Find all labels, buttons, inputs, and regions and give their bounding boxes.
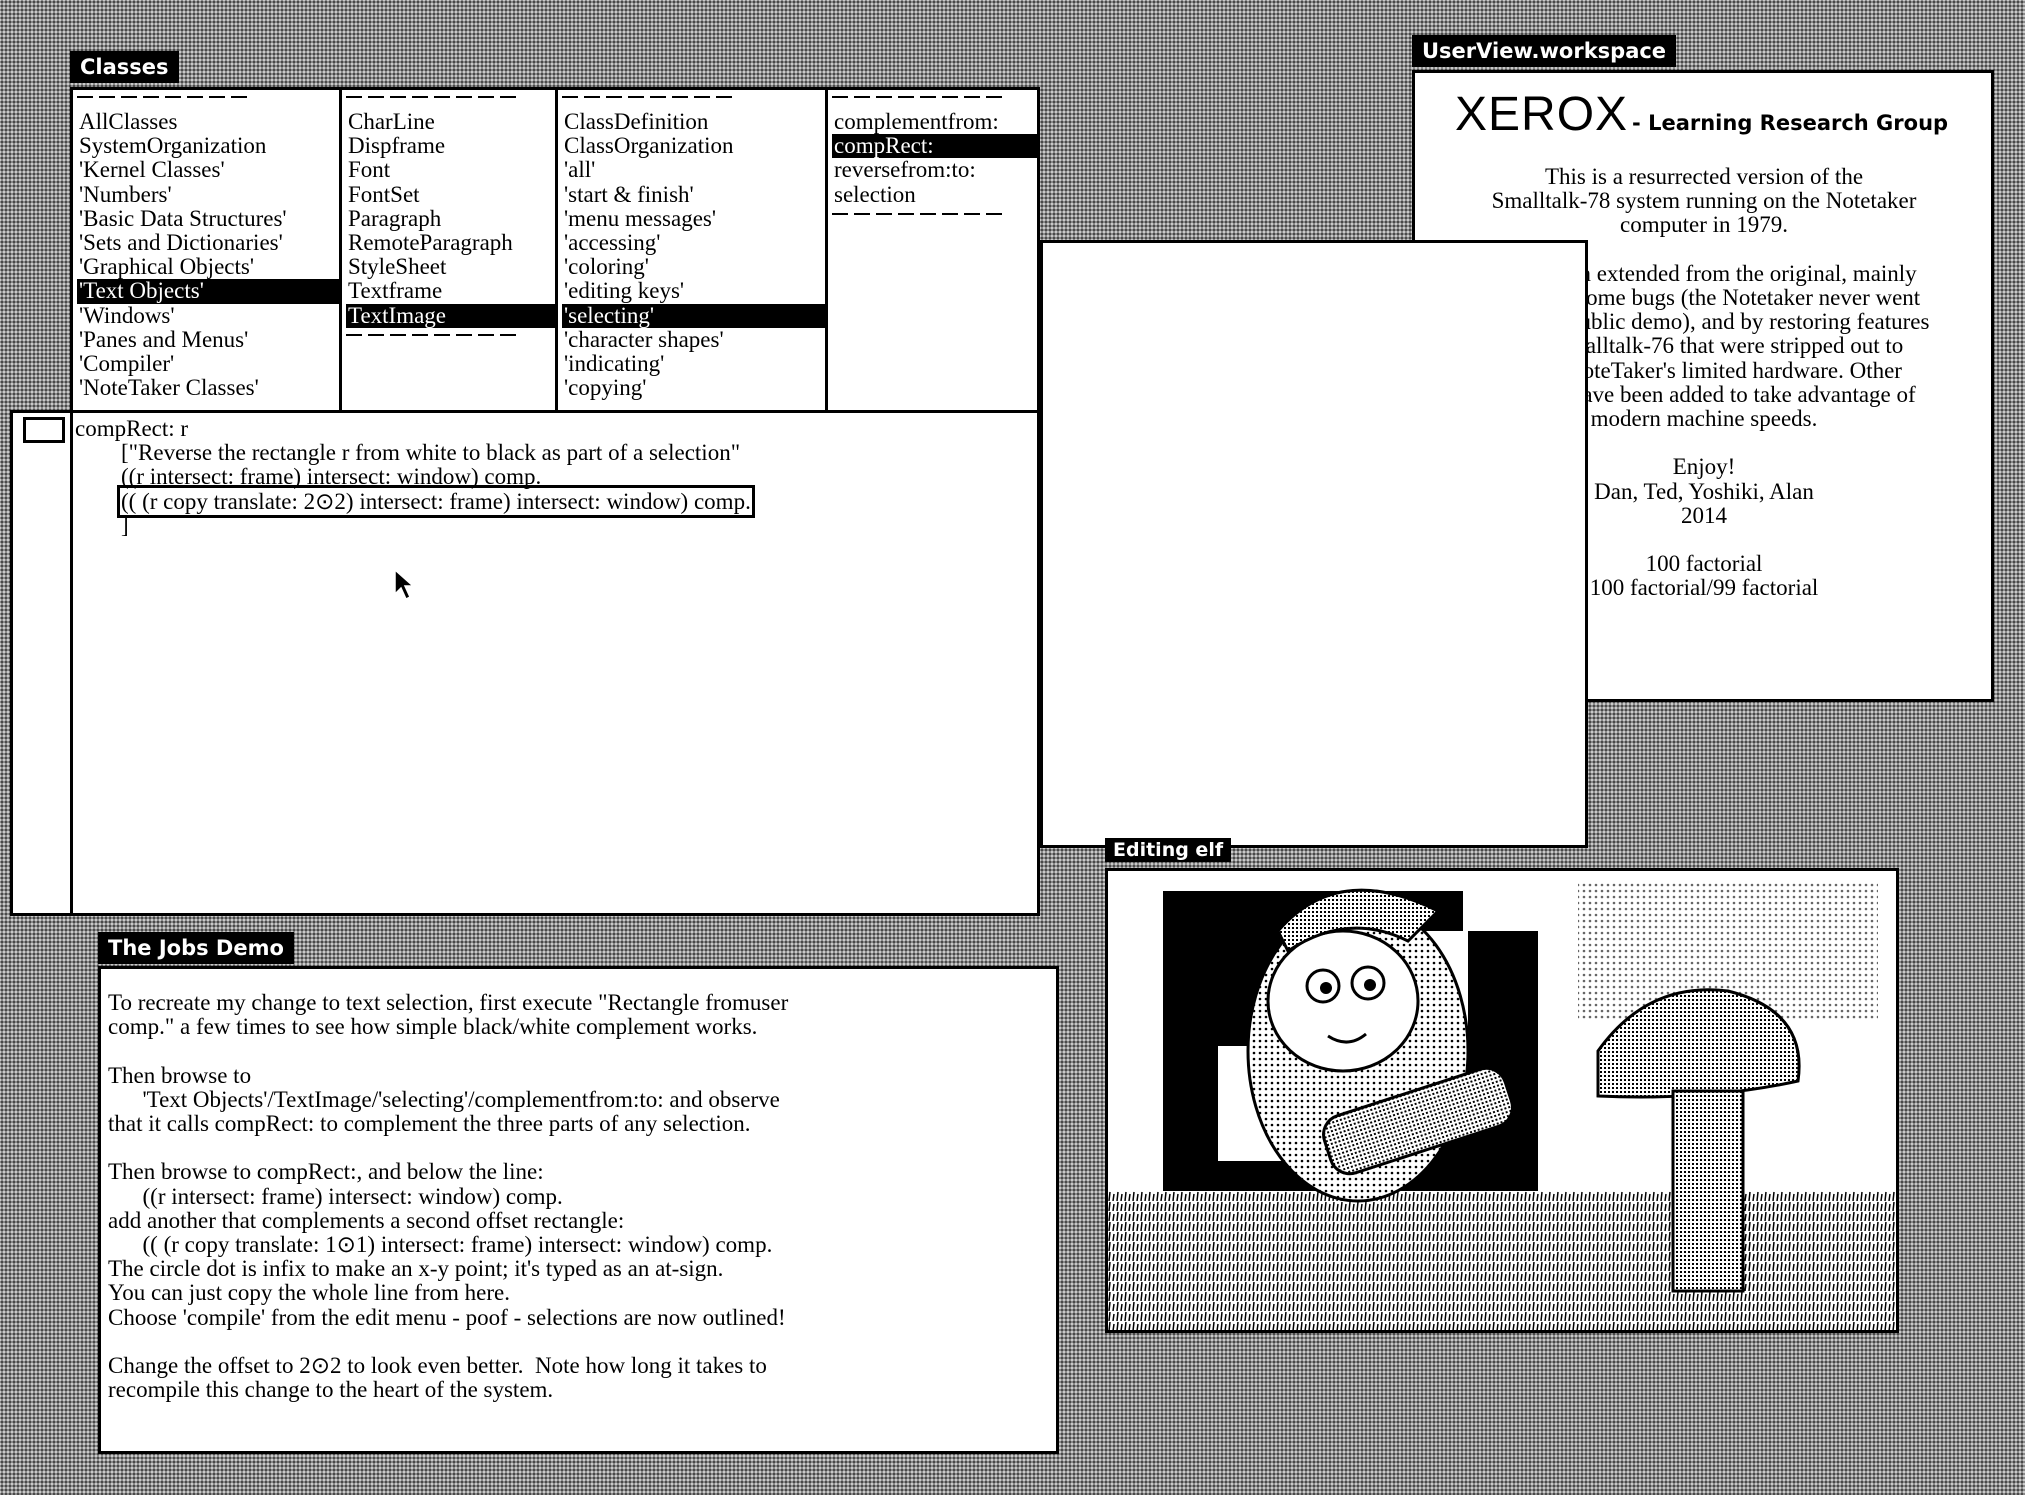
class-item[interactable]: RemoteParagraph <box>346 230 555 255</box>
category-item[interactable]: 'Windows' <box>77 303 339 328</box>
scroll-thumb[interactable] <box>23 417 65 443</box>
protocol-item[interactable]: 'selecting' <box>562 303 825 328</box>
class-item[interactable]: FontSet <box>346 182 555 207</box>
code-line: ((r intersect: frame) intersect: window)… <box>75 464 542 490</box>
message-item[interactable]: complementfrom: <box>832 109 1040 134</box>
category-pane[interactable]: AllClasses SystemOrganization 'Kernel Clas… <box>73 90 342 410</box>
protocol-item[interactable]: ClassDefinition <box>562 109 825 134</box>
category-item[interactable]: 'NoteTaker Classes' <box>77 376 339 400</box>
protocol-item[interactable]: 'accessing' <box>562 230 825 255</box>
code-line: ] <box>75 512 129 538</box>
protocol-item[interactable]: 'character shapes' <box>562 327 825 352</box>
scroll-indicator <box>346 93 516 101</box>
message-pane[interactable]: complementfrom: compRect: reversefrom:to: s… <box>828 90 1040 410</box>
scroll-indicator <box>77 93 247 101</box>
elf-picture[interactable] <box>1108 871 1896 1330</box>
classes-browser-window: AllClasses SystemOrganization 'Kernel Clas… <box>70 87 1040 413</box>
classes-window-title[interactable]: Classes <box>70 51 179 83</box>
class-item[interactable]: Textframe <box>346 279 555 303</box>
category-list[interactable]: AllClasses SystemOrganization 'Kernel Clas… <box>73 104 339 400</box>
protocol-item[interactable]: 'all' <box>562 158 825 182</box>
class-item[interactable]: TextImage <box>346 303 555 328</box>
scroll-indicator <box>832 93 1002 101</box>
category-item[interactable]: 'Text Objects' <box>77 279 339 304</box>
message-item[interactable]: reversefrom:to: <box>832 158 1040 182</box>
jobs-window-title[interactable]: The Jobs Demo <box>98 932 294 964</box>
category-item[interactable]: SystemOrganization <box>77 134 339 158</box>
code-line: ["Reverse the rectangle r from white to … <box>75 440 741 466</box>
category-item[interactable]: 'Graphical Objects' <box>77 255 339 279</box>
class-item[interactable]: Dispframe <box>346 134 555 158</box>
selected-code-line[interactable]: (( (r copy translate: 2⊙2) intersect: fr… <box>117 484 755 518</box>
category-item[interactable]: 'Sets and Dictionaries' <box>77 230 339 255</box>
category-item[interactable]: 'Compiler' <box>77 351 339 376</box>
category-item[interactable]: 'Kernel Classes' <box>77 158 339 182</box>
category-item[interactable]: AllClasses <box>77 109 339 134</box>
workspace-window-title[interactable]: UserView.workspace <box>1412 35 1677 67</box>
picture-window-title[interactable]: Editing elf <box>1105 838 1232 862</box>
class-item[interactable]: StyleSheet <box>346 255 555 279</box>
mouse-cursor-icon <box>394 568 415 601</box>
method-source[interactable]: compRect: r ["Reverse the rectangle r fr… <box>75 416 1029 538</box>
protocol-item[interactable]: 'menu messages' <box>562 206 825 231</box>
protocol-item[interactable]: 'copying' <box>562 376 825 400</box>
protocol-item[interactable]: 'editing keys' <box>562 279 825 303</box>
class-item[interactable]: Font <box>346 158 555 182</box>
protocol-item[interactable]: 'indicating' <box>562 351 825 376</box>
list-end-indicator <box>346 330 516 339</box>
jobs-demo-window[interactable]: To recreate my change to text selection,… <box>98 966 1059 1454</box>
category-item[interactable]: 'Basic Data Structures' <box>77 206 339 231</box>
category-item[interactable]: 'Numbers' <box>77 182 339 207</box>
list-end-indicator <box>832 209 1002 218</box>
jobs-demo-text[interactable]: To recreate my change to text selection,… <box>108 990 788 1402</box>
protocol-pane[interactable]: ClassDefinition ClassOrganization'all''st… <box>558 90 828 410</box>
scroll-indicator <box>562 93 732 101</box>
blank-window[interactable] <box>1040 240 1588 848</box>
category-item[interactable]: 'Panes and Menus' <box>77 327 339 352</box>
class-item[interactable]: Paragraph <box>346 206 555 231</box>
message-item[interactable]: selection <box>832 182 1040 207</box>
picture-window[interactable] <box>1105 868 1899 1333</box>
message-list[interactable]: complementfrom: compRect: reversefrom:to: s… <box>828 104 1040 207</box>
class-item[interactable]: CharLine <box>346 109 555 134</box>
message-item[interactable]: compRect: <box>832 134 1040 159</box>
protocol-item[interactable]: ClassOrganization <box>562 134 825 158</box>
code-pane[interactable]: compRect: r ["Reverse the rectangle r fr… <box>10 410 1040 916</box>
protocol-list[interactable]: ClassDefinition ClassOrganization'all''st… <box>558 104 825 400</box>
protocol-item[interactable]: 'start & finish' <box>562 182 825 207</box>
xerox-logo: XEROX - Learning Research Group <box>1455 88 1949 141</box>
code-line: compRect: r <box>75 416 189 441</box>
class-pane[interactable]: CharLine Dispframe Font FontSet Paragraph Rem… <box>342 90 558 410</box>
scrollbar[interactable] <box>13 413 73 913</box>
class-list[interactable]: CharLine Dispframe Font FontSet Paragraph Rem… <box>342 104 555 328</box>
protocol-item[interactable]: 'coloring' <box>562 255 825 279</box>
